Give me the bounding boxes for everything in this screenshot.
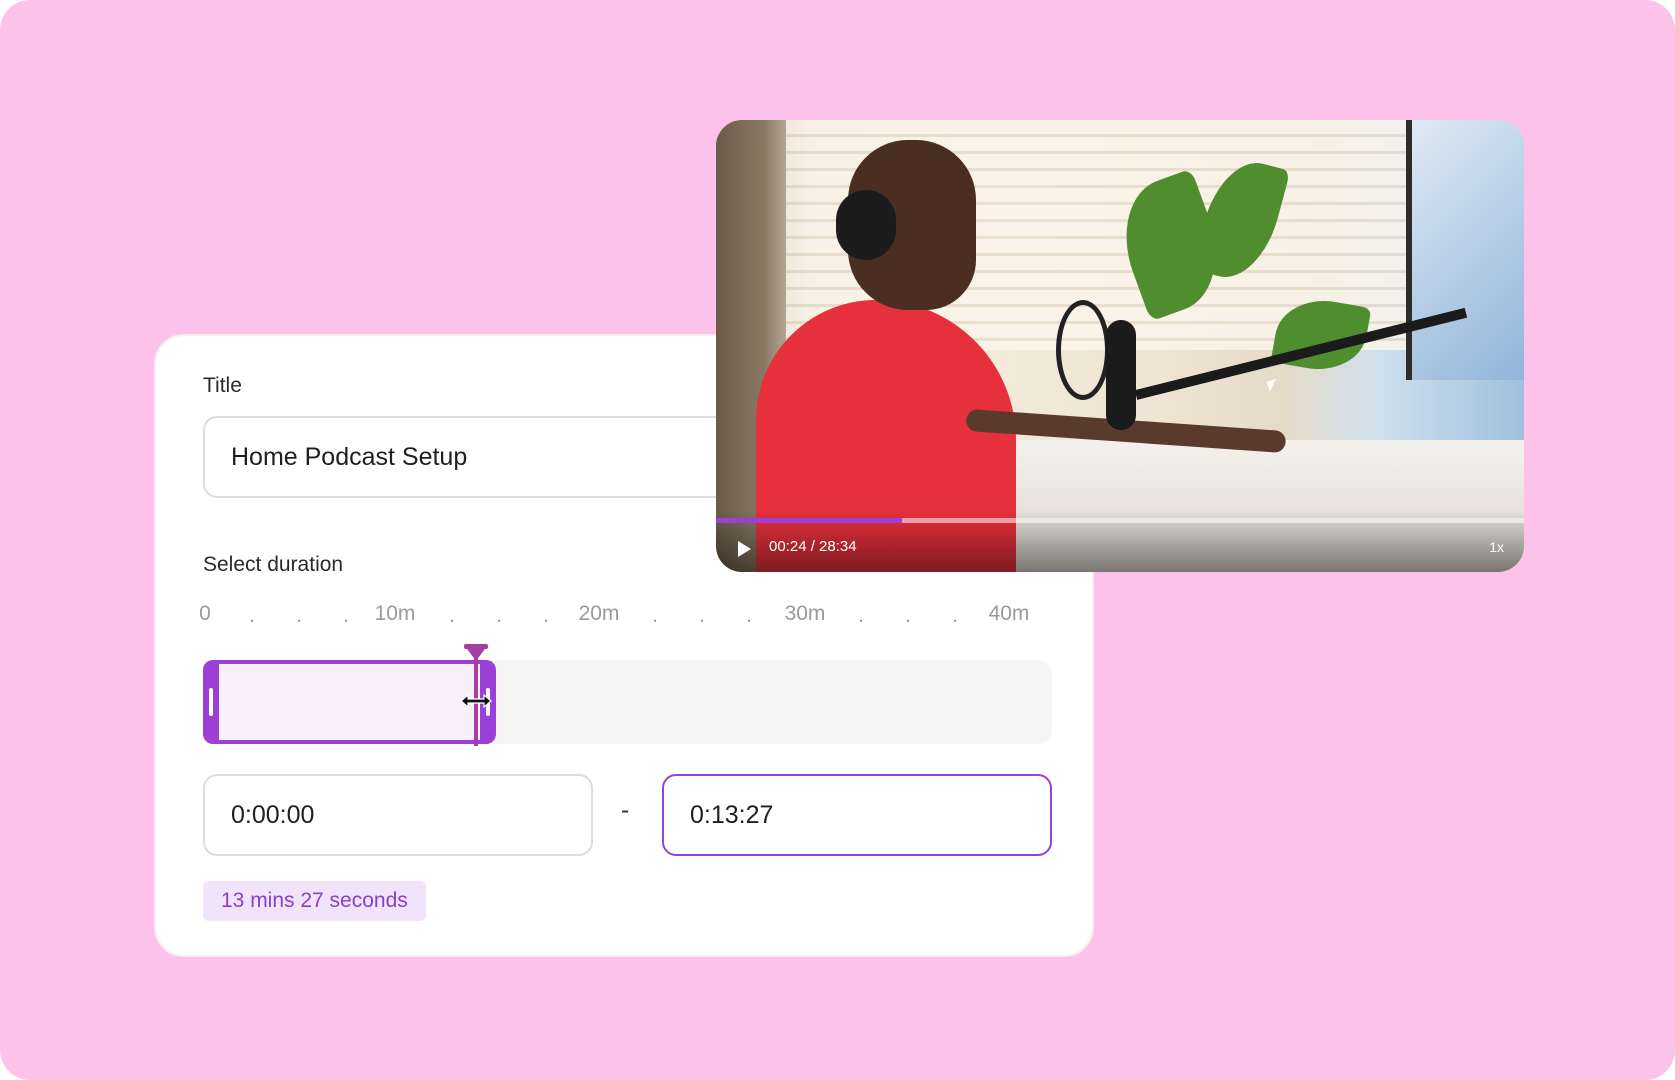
start-handle-grip[interactable]: [209, 688, 213, 716]
range-separator: -: [621, 796, 630, 824]
tick-dot: .: [496, 604, 502, 627]
tick-label: 0: [199, 602, 211, 625]
tick-dot: .: [905, 604, 911, 627]
video-scene-monitor: [1406, 120, 1524, 380]
tick-dot: .: [249, 604, 255, 627]
tick-dot: .: [746, 604, 752, 627]
playhead-head-icon[interactable]: [465, 646, 487, 661]
tick-dot: .: [449, 604, 455, 627]
tick-label: 40m: [988, 602, 1030, 625]
resize-cursor-icon: [460, 693, 492, 709]
start-time-value: 0:00:00: [231, 800, 315, 829]
background: Title Home Podcast Setup Select duration…: [0, 0, 1675, 1080]
start-time-input[interactable]: 0:00:00: [203, 774, 593, 856]
tick-label: 30m: [784, 602, 826, 625]
video-player[interactable]: 00:24 / 28:34 1x: [716, 120, 1524, 572]
tick-dot: .: [343, 604, 349, 627]
video-scene-microphone: [1106, 320, 1136, 430]
play-icon[interactable]: [738, 541, 751, 557]
tick-dot: .: [296, 604, 302, 627]
video-progress-fill: [716, 518, 902, 523]
tick-dot: .: [699, 604, 705, 627]
duration-scale: 0 . . . 10m . . . 20m . . . 30m . . . 40…: [199, 602, 1029, 632]
end-time-input[interactable]: 0:13:27: [662, 774, 1052, 856]
tick-label: 20m: [578, 602, 620, 625]
title-input-value: Home Podcast Setup: [231, 442, 468, 471]
video-scene-headphones: [836, 190, 896, 260]
tick-dot: .: [543, 604, 549, 627]
tick-dot: .: [952, 604, 958, 627]
end-time-value: 0:13:27: [690, 800, 774, 829]
tick-dot: .: [858, 604, 864, 627]
duration-badge: 13 mins 27 seconds: [203, 881, 426, 921]
select-duration-label: Select duration: [203, 553, 344, 576]
pointer-cursor-icon: [1266, 378, 1280, 392]
playback-speed-button[interactable]: 1x: [1489, 539, 1504, 555]
title-label: Title: [203, 374, 242, 397]
tick-label: 10m: [374, 602, 416, 625]
video-time: 00:24 / 28:34: [769, 538, 857, 555]
video-scene-pop-filter: [1056, 300, 1110, 400]
duration-selection[interactable]: [203, 660, 496, 744]
tick-dot: .: [652, 604, 658, 627]
